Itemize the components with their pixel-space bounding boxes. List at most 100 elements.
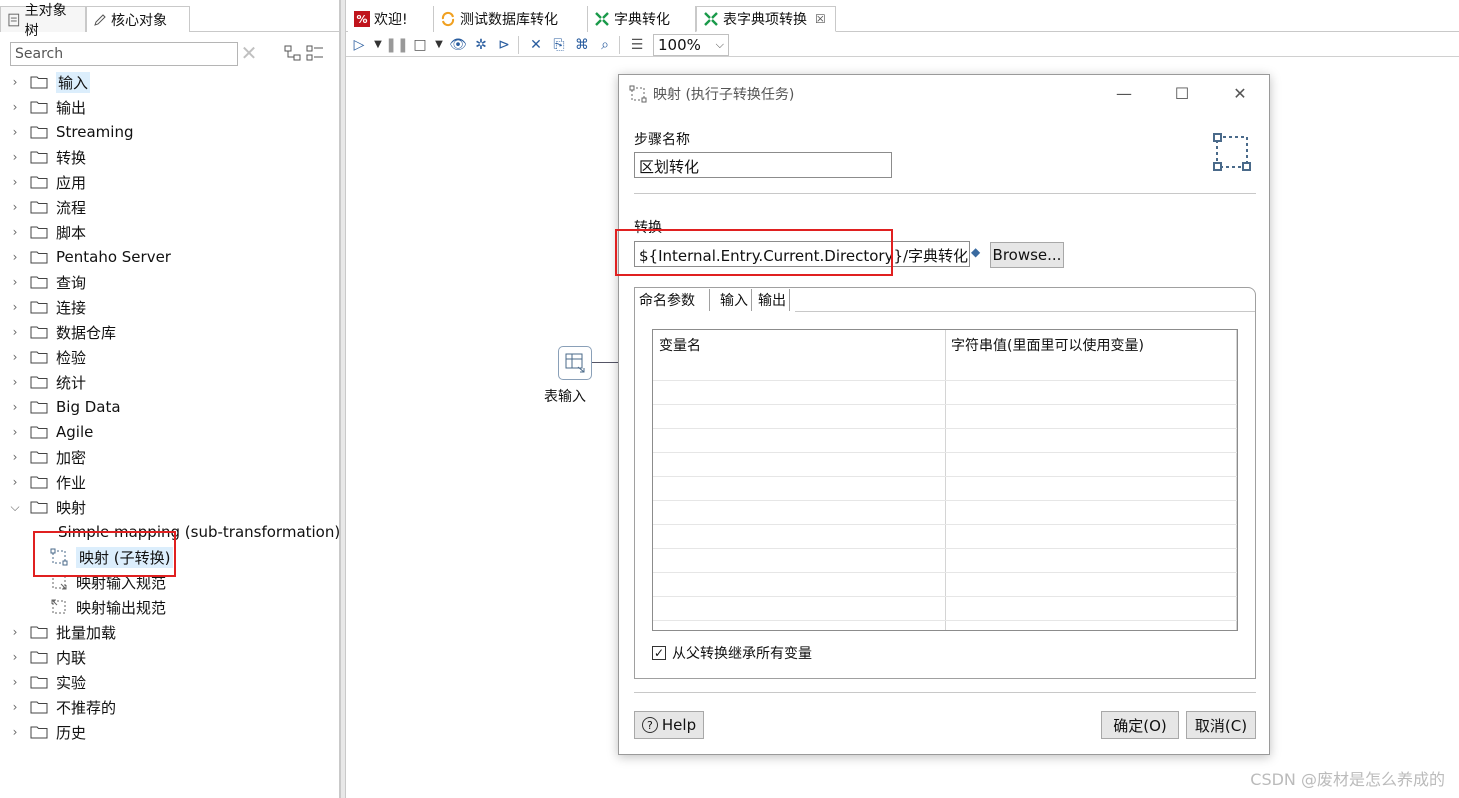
chevron-down-icon[interactable]: ⌵ [8,500,22,514]
chevron-right-icon[interactable]: › [8,375,22,389]
chevron-right-icon[interactable]: › [8,225,22,239]
folder-icon [30,126,48,139]
collapse-all-icon[interactable] [306,44,324,62]
chevron-right-icon[interactable]: › [8,75,22,89]
tree-category-item[interactable]: › 转换 [0,145,340,169]
chevron-right-icon[interactable]: › [8,400,22,414]
tree-item-label: 转换 [56,148,87,167]
step-name-input[interactable]: 区划转化 [634,152,892,178]
tree-category-item[interactable]: › 数据仓库 [0,320,340,344]
chevron-right-icon[interactable]: › [8,650,22,664]
verify-icon[interactable]: ✕ [526,35,546,55]
tree-category-item[interactable]: › 内联 [0,645,340,669]
chevron-right-icon[interactable]: › [8,700,22,714]
ok-button[interactable]: 确定(O) [1101,711,1179,739]
tree-category-item[interactable]: › 批量加载 [0,620,340,644]
tree-category-item[interactable]: › 不推荐的 [0,695,340,719]
chevron-right-icon[interactable]: › [8,200,22,214]
chevron-right-icon[interactable]: › [8,250,22,264]
cancel-button[interactable]: 取消(C) [1186,711,1256,739]
expand-all-icon[interactable] [284,44,302,62]
tab-named-parameters[interactable]: 命名参数 [636,289,710,311]
tree-category-item[interactable]: › 实验 [0,670,340,694]
tab-table-dict-transform[interactable]: 表字典项转换 ☒ [696,6,836,32]
tree-category-item[interactable]: › 脚本 [0,220,340,244]
folder-icon [30,451,48,464]
column-header[interactable]: 变量名 [653,330,945,360]
close-icon[interactable]: ✕ [1229,83,1251,105]
folder-icon [30,501,48,514]
tab-test-db-transform[interactable]: 测试数据库转化 [434,6,588,32]
pause-icon[interactable]: ❚❚ [385,35,408,55]
maximize-icon[interactable]: ☐ [1171,83,1193,105]
stop-dropdown-icon[interactable]: ▼ [433,35,445,55]
tab-input[interactable]: 输入 [717,289,752,311]
chevron-right-icon[interactable]: › [8,425,22,439]
tree-category-item[interactable]: › 输出 [0,95,340,119]
tree-item-label: 内联 [56,648,87,667]
debug-icon[interactable]: ✲ [471,35,491,55]
chevron-right-icon[interactable]: › [8,675,22,689]
tree-category-item[interactable]: › 统计 [0,370,340,394]
hop-connector[interactable] [592,362,620,363]
tab-label: 欢迎! [374,12,408,28]
tree-category-item[interactable]: › Agile [0,420,340,444]
inherit-variables-option[interactable]: ✓ 从父转换继承所有变量 [652,643,812,663]
tree-category-item[interactable]: › Big Data [0,395,340,419]
replay-icon[interactable]: ⊳ [494,35,514,55]
chevron-right-icon[interactable]: › [8,325,22,339]
tree-category-item[interactable]: › 历史 [0,720,340,744]
tree-category-item[interactable]: › Pentaho Server [0,245,340,269]
run-icon[interactable]: ▷ [349,35,369,55]
show-results-icon[interactable]: ☰ [627,35,647,55]
tree-category-item[interactable]: › 连接 [0,295,340,319]
tree-category-item[interactable]: ⌵ 映射 [0,495,340,519]
tab-main-object-tree[interactable]: 主对象树 [0,3,86,39]
analyze-impact-icon[interactable]: ⎘ [549,35,569,55]
chevron-right-icon[interactable]: › [8,350,22,364]
tab-welcome[interactable]: % 欢迎! [348,6,434,32]
run-dropdown-icon[interactable]: ▼ [372,35,384,55]
table-input-step[interactable] [558,346,592,380]
chevron-right-icon[interactable]: › [8,300,22,314]
sql-icon[interactable]: ⌘ [572,35,592,55]
stop-icon[interactable]: □ [410,35,430,55]
folder-icon [30,101,48,114]
chevron-right-icon[interactable]: › [8,625,22,639]
tree-leaf-item[interactable]: 映射输出规范 [0,595,340,619]
chevron-right-icon[interactable]: › [8,475,22,489]
chevron-right-icon[interactable]: › [8,100,22,114]
tab-core-objects[interactable]: 核心对象 [86,6,190,32]
column-header[interactable]: 字符串值(里面里可以使用变量) [945,330,1237,360]
search-input[interactable] [10,42,238,66]
minimize-icon[interactable]: — [1113,83,1135,105]
browse-button[interactable]: Browse... [990,242,1064,268]
chevron-right-icon[interactable]: › [8,150,22,164]
chevron-right-icon[interactable]: › [8,175,22,189]
tree-category-item[interactable]: › 流程 [0,195,340,219]
tree-category-item[interactable]: › 作业 [0,470,340,494]
tree-category-item[interactable]: › 输入 [0,70,340,94]
tree-category-item[interactable]: › 加密 [0,445,340,469]
tree-category-item[interactable]: › 应用 [0,170,340,194]
chevron-right-icon[interactable]: › [8,450,22,464]
clear-search-icon[interactable]: ✕ [240,42,258,64]
tab-dict-transform[interactable]: 字典转化 [588,6,696,32]
tree-category-item[interactable]: › 检验 [0,345,340,369]
chevron-right-icon[interactable]: › [8,125,22,139]
preview-icon[interactable]: 👁 [448,35,468,55]
tree-item-label: Streaming [56,123,134,141]
tree-item-label: 映射 [56,498,87,517]
zoom-select[interactable]: 100% ⌵ [653,33,729,56]
tree-category-item[interactable]: › Streaming [0,120,340,144]
chevron-right-icon[interactable]: › [8,275,22,289]
tree-category-item[interactable]: › 查询 [0,270,340,294]
tab-output[interactable]: 输出 [755,289,790,311]
inherit-variables-checkbox[interactable]: ✓ [652,646,666,660]
welcome-icon: % [354,11,370,27]
explore-db-icon[interactable]: ⌕ [595,35,615,55]
tree-item-label: Agile [56,423,94,441]
help-button[interactable]: ? Help [634,711,704,739]
chevron-right-icon[interactable]: › [8,725,22,739]
close-tab-icon[interactable]: ☒ [815,12,826,26]
